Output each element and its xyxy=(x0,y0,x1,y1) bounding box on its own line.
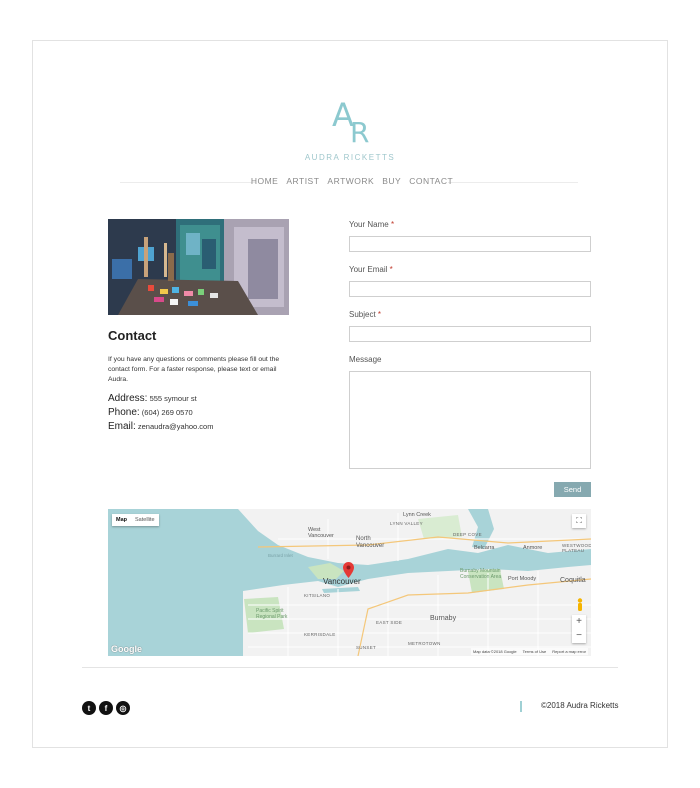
main-nav: HOME ARTIST ARTWORK BUY CONTACT xyxy=(251,176,453,186)
zoom-out-button[interactable]: − xyxy=(572,629,586,643)
email-field-label: Your Email * xyxy=(349,265,393,274)
footer-accent-bar xyxy=(520,701,522,712)
subject-label: Subject * xyxy=(349,310,381,319)
studio-photo xyxy=(108,219,289,315)
report-map-error-link[interactable]: Report a map error xyxy=(552,649,586,654)
map-label-burrard-inlet: Burrard Inlet xyxy=(268,553,293,558)
map-label-east-side: EAST SIDE xyxy=(376,620,403,625)
email-label-text: Your Email xyxy=(349,265,388,274)
address-value: 555 symour st xyxy=(149,394,197,403)
copyright-text: ©2018 Audra Ricketts xyxy=(541,701,619,710)
map-label-vancouver: Vancouver xyxy=(323,577,361,586)
logo-name: AUDRA RICKETTS xyxy=(304,153,396,162)
pegman-icon[interactable] xyxy=(575,598,585,611)
map-label-lynn-creek: Lynn Creek xyxy=(403,512,431,518)
logo-letter-r: R xyxy=(350,116,370,149)
map-label-port-moody: Port Moody xyxy=(508,576,537,582)
address-label: Address: xyxy=(108,393,148,404)
map-pin-icon[interactable] xyxy=(343,562,354,578)
map-tab-satellite[interactable]: Satellite xyxy=(131,514,159,526)
google-map[interactable]: Lynn Creek LYNN VALLEY West Vancouver No… xyxy=(108,509,591,656)
map-data-attribution: Map data ©2018 Google xyxy=(472,649,517,654)
twitter-icon[interactable]: t xyxy=(82,701,96,715)
logo-monogram: A R xyxy=(300,96,400,150)
subject-label-text: Subject xyxy=(349,310,376,319)
fullscreen-icon[interactable]: ⛶ xyxy=(572,514,586,528)
map-label-sunset: SUNSET xyxy=(356,645,377,650)
nav-buy[interactable]: BUY xyxy=(382,176,401,186)
instagram-icon[interactable]: ◎ xyxy=(116,701,130,715)
social-links: t f ◎ xyxy=(82,701,130,715)
message-label: Message xyxy=(349,355,382,364)
map-label-kerrisdale: KERRISDALE xyxy=(304,632,336,637)
nav-artist[interactable]: ARTIST xyxy=(286,176,319,186)
map-label-north-vancouver: North Vancouver xyxy=(356,536,385,549)
map-label-west-vancouver: West Vancouver xyxy=(308,527,334,539)
phone-value: (604) 269 0570 xyxy=(141,408,193,417)
send-button[interactable]: Send xyxy=(554,482,591,497)
phone-row: Phone: (604) 269 0570 xyxy=(108,407,193,418)
map-label-kitsilano: KITSILANO xyxy=(304,593,331,598)
facebook-icon[interactable]: f xyxy=(99,701,113,715)
subject-field[interactable] xyxy=(349,326,591,342)
nav-artwork[interactable]: ARTWORK xyxy=(327,176,374,186)
nav-divider-left xyxy=(120,182,256,183)
name-label-text: Your Name xyxy=(349,220,389,229)
terms-link[interactable]: Terms of Use xyxy=(523,649,547,654)
email-value[interactable]: zenaudra@yahoo.com xyxy=(138,422,214,431)
nav-home[interactable]: HOME xyxy=(251,176,279,186)
map-label-burnaby-mountain: Burnaby Mountain Conservation Area xyxy=(460,568,502,580)
email-field[interactable] xyxy=(349,281,591,297)
nav-contact[interactable]: CONTACT xyxy=(409,176,453,186)
name-field[interactable] xyxy=(349,236,591,252)
name-label: Your Name * xyxy=(349,220,394,229)
contact-heading: Contact xyxy=(108,328,157,343)
map-type-toggle: Map Satellite xyxy=(112,514,159,526)
required-mark: * xyxy=(389,265,393,274)
map-label-burnaby: Burnaby xyxy=(430,615,457,622)
map-label-deep-cove: DEEP COVE xyxy=(453,532,482,537)
map-attribution: Map data ©2018 Google Terms of Use Repor… xyxy=(470,648,588,655)
email-row: Email: zenaudra@yahoo.com xyxy=(108,421,213,432)
map-label-anmore: Anmore xyxy=(523,545,543,551)
map-label-belcarra: Belcarra xyxy=(474,545,495,551)
site-logo[interactable]: A R AUDRA RICKETTS xyxy=(300,96,400,162)
map-label-coquitlam: Coquitla xyxy=(560,577,586,584)
nav-divider-right xyxy=(448,182,578,183)
message-field[interactable] xyxy=(349,371,591,469)
map-label-pacific-spirit: Pacific Spirit Regional Park xyxy=(256,608,288,620)
zoom-in-button[interactable]: + xyxy=(572,615,586,629)
map-tab-map[interactable]: Map xyxy=(112,514,131,526)
email-label: Email: xyxy=(108,421,136,432)
map-label-westwood-plateau: WESTWOOD PLATEAU xyxy=(562,543,591,553)
contact-intro: If you have any questions or comments pl… xyxy=(108,356,280,384)
address-row: Address: 555 symour st xyxy=(108,393,197,404)
required-mark: * xyxy=(377,310,382,319)
map-zoom-controls: + − xyxy=(572,615,586,643)
map-label-lynn-valley: LYNN VALLEY xyxy=(390,521,423,526)
footer-divider xyxy=(82,667,618,668)
map-label-metrotown: METROTOWN xyxy=(408,641,441,646)
google-logo: Google xyxy=(111,644,142,654)
phone-label: Phone: xyxy=(108,407,140,418)
required-mark: * xyxy=(390,220,395,229)
